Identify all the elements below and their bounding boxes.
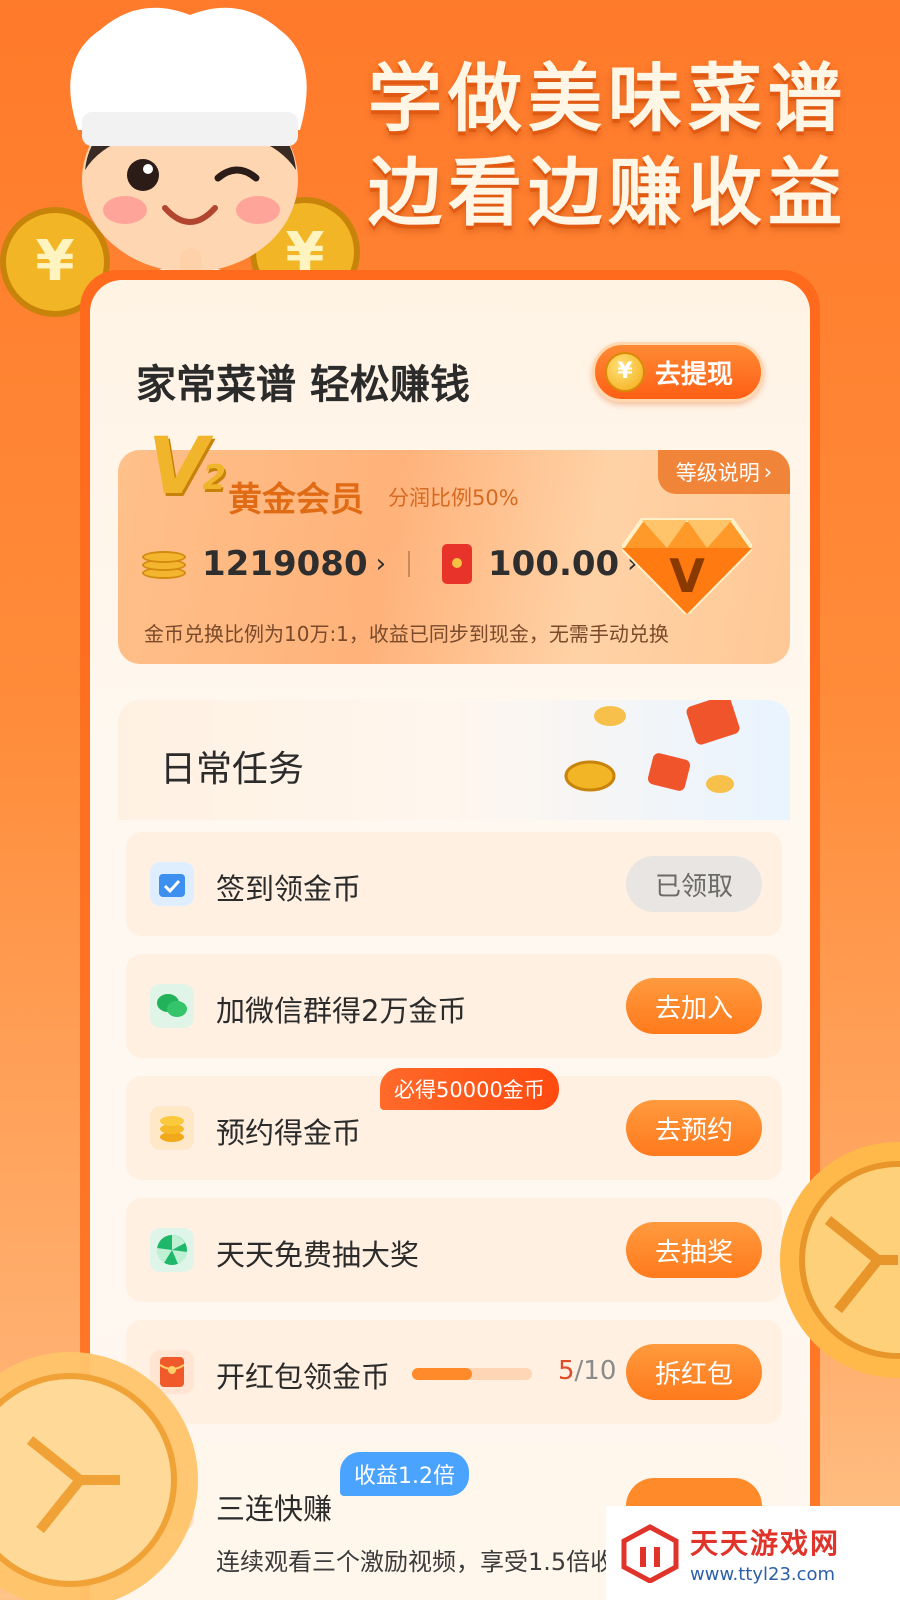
chevron-right-icon: › [375,549,387,579]
wechat-icon [150,984,194,1028]
divider [408,551,411,577]
coin-stack-icon [142,545,190,583]
progress-current: 5 [558,1356,575,1386]
vip-level-mark: V [148,422,209,512]
reward-badge: 必得50000金币 [380,1068,559,1110]
coin-stack-icon [150,1106,194,1150]
bonus-badge: 收益1.2倍 [340,1452,469,1496]
progress-total: /10 [574,1356,617,1386]
level-info-label: 等级说明 [675,461,760,485]
svg-text:V: V [669,549,705,603]
task-description: 连续观看三个激励视频，享受1.5倍收 [216,1548,615,1576]
vip-level-badge: V2 [148,422,232,512]
progress-fill [412,1368,472,1380]
task-label: 预约得金币 [216,1116,362,1150]
calendar-check-icon [150,862,194,906]
lottery-button[interactable]: 去抽奖 [626,1222,762,1278]
task-wechat-group: 加微信群得2万金币 去加入 [126,954,782,1058]
member-level-title: 黄金会员 [228,480,364,520]
yen-coin-icon: ¥ [605,352,645,392]
task-label: 签到领金币 [216,872,362,906]
site-watermark: 天天游戏网 www.ttyl23.com [606,1506,900,1600]
open-envelope-button[interactable]: 拆红包 [626,1344,762,1400]
envelope-progress-bar [412,1368,532,1380]
claimed-button[interactable]: 已领取 [626,856,762,912]
join-button[interactable]: 去加入 [626,978,762,1034]
chevron-right-icon: › [763,460,773,484]
watermark-logo-icon [621,1524,679,1583]
withdraw-button[interactable]: ¥ 去提现 [592,342,764,402]
big-coin-icon [780,1142,900,1378]
task-lottery: 天天免费抽大奖 去抽奖 [126,1198,782,1302]
hero-headline: 学做美味菜谱 边看边赚收益 [368,52,848,240]
hero-line-2: 边看边赚收益 [368,150,848,236]
tasks-header: 日常任务 [118,700,790,820]
big-coin-icon [0,1352,198,1600]
withdraw-label: 去提现 [655,359,734,390]
watermark-text: 天天游戏网 www.ttyl23.com [690,1522,840,1585]
task-label: 加微信群得2万金币 [216,994,467,1028]
level-info-link[interactable]: 等级说明 › [658,450,790,494]
task-checkin: 签到领金币 已领取 [126,832,782,936]
exchange-note: 金币兑换比例为10万:1，收益已同步到现金，无需手动兑换 [144,622,669,646]
task-red-envelope: 开红包领金币 5/10 拆红包 [126,1320,782,1424]
red-envelope-icon [442,544,473,584]
watermark-name: 天天游戏网 [690,1526,841,1560]
cash-balance[interactable]: 100.00 [488,544,619,584]
task-reserve: 预约得金币 必得50000金币 去预约 [126,1068,782,1180]
hero-line-1: 学做美味菜谱 [368,56,848,142]
task-label: 三连快赚 [216,1492,333,1526]
page-title: 家常菜谱 轻松赚钱 [136,362,470,408]
svg-text:¥: ¥ [36,229,75,294]
vip-level-number: 2 [202,458,227,498]
share-ratio-text: 分润比例50% [388,486,519,510]
lottery-wheel-icon [150,1228,194,1272]
watermark-url: www.ttyl23.com [690,1563,836,1585]
progress-count: 5/10 [558,1356,616,1386]
diamond-icon: V [622,518,752,614]
tasks-title: 日常任务 [160,749,305,790]
task-label: 天天免费抽大奖 [216,1238,420,1272]
member-card: V2 黄金会员 分润比例50% 等级说明 › 1219080 › 100.00 … [118,422,790,664]
coin-balance[interactable]: 1219080 [202,544,368,584]
coins-decoration-icon [564,700,740,793]
balance-row: 1219080 › 100.00 › [142,544,660,584]
reserve-button[interactable]: 去预约 [626,1100,762,1156]
task-label: 开红包领金币 [216,1360,391,1394]
